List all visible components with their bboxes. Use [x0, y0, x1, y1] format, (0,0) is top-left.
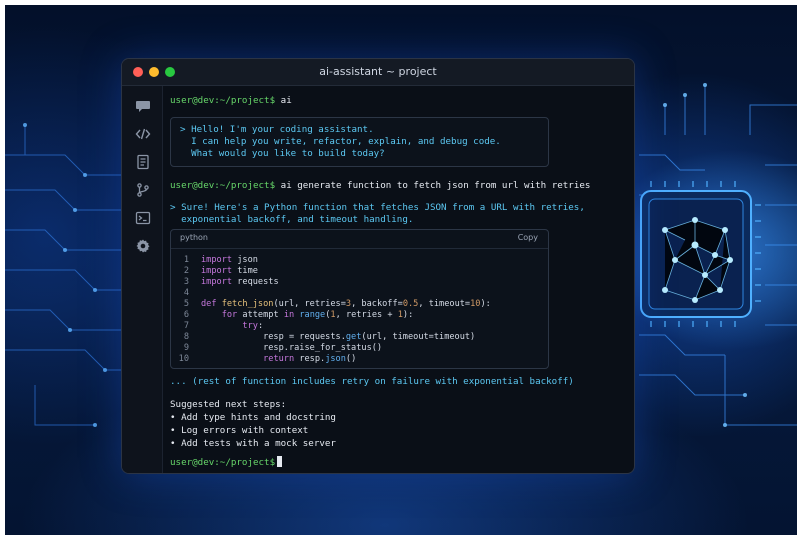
code-line: 10 return resp.json() [171, 354, 357, 365]
code-token: try [242, 321, 258, 331]
line-number: 7 [183, 321, 189, 331]
line-number: 5 [183, 299, 189, 309]
code-token: resp = requests. [201, 332, 346, 342]
prompt-line-3[interactable]: user@dev:~/project$ [170, 456, 283, 469]
line-number: 4 [183, 288, 189, 298]
suggestion-item: • Log errors with context [170, 425, 309, 436]
code-token: def [201, 299, 222, 309]
code-token: () [345, 354, 357, 364]
code-token: ): [480, 299, 491, 309]
code-token: (url, timeout=timeout) [361, 332, 476, 342]
window-title: ai-assistant ~ project [319, 65, 437, 78]
code-line: 2 import time [171, 266, 258, 277]
prompt-label: user@dev:~/project$ [170, 95, 276, 106]
assistant-greeting-box: > Hello! I'm your coding assistant. I ca… [170, 117, 549, 167]
suggestion-item: • Add type hints and docstring [170, 412, 336, 423]
code-token: import [201, 266, 233, 276]
code-token: requests [232, 277, 279, 287]
greeting-line: I can help you write, refactor, explain,… [180, 136, 501, 147]
code-token: json [232, 255, 258, 265]
code-token: for [221, 310, 238, 320]
code-token: 10 [470, 299, 481, 309]
window-titlebar[interactable]: ai-assistant ~ project [122, 59, 634, 86]
code-token: attempt [237, 310, 284, 320]
code-token: get [345, 332, 362, 342]
code-token: range [299, 310, 326, 320]
line-number: 3 [183, 277, 189, 287]
code-line: 4 [171, 288, 201, 299]
code-block: python Copy 1 import json 2 import time 3 imp… [170, 229, 549, 369]
code-token: import [201, 255, 233, 265]
code-token: , backoff= [351, 299, 403, 309]
code-line: 6 for attempt in range(1, retries + 1): [171, 310, 413, 321]
command-text: ai [280, 95, 292, 106]
code-token: , retries + [335, 310, 398, 320]
suggestion-item: • Add tests with a mock server [170, 438, 336, 449]
gear-icon[interactable] [135, 238, 151, 254]
git-branch-icon[interactable] [135, 182, 151, 198]
code-token: time [232, 266, 258, 276]
line-number: 6 [183, 310, 189, 320]
code-token: , timeout= [418, 299, 471, 309]
suggestions-title: Suggested next steps: [170, 399, 287, 410]
code-line: 8 resp = requests.get(url, timeout=timeo… [171, 332, 475, 343]
copy-code-button[interactable]: Copy [518, 233, 538, 242]
terminal-icon[interactable] [135, 210, 151, 226]
code-token: return [263, 354, 295, 364]
code-line: 5 def fetch_json(url, retries=3, backoff=… [171, 299, 491, 310]
prompt-line-1: user@dev:~/project$ ai [170, 95, 292, 107]
code-icon[interactable] [135, 126, 151, 142]
terminal-output[interactable]: user@dev:~/project$ ai > Hello! I'm your… [170, 86, 626, 473]
code-token: resp.raise_for_status() [201, 343, 383, 353]
response-line: > Sure! Here's a Python function that fe… [170, 202, 585, 213]
greeting-line: What would you like to build today? [180, 148, 385, 159]
code-block-header: python Copy [171, 230, 548, 249]
code-token: (url, retries= [273, 299, 346, 309]
code-token: ): [402, 310, 414, 320]
line-number: 10 [178, 354, 189, 364]
line-number: 8 [183, 332, 189, 342]
response-line: exponential backoff, and timeout handlin… [170, 214, 414, 225]
code-token: import [201, 277, 233, 287]
code-line: 9 resp.raise_for_status() [171, 343, 382, 354]
prompt-label: user@dev:~/project$ [170, 180, 276, 191]
background-scene: ai-assistant ~ project user@dev:~/projec… [5, 5, 797, 535]
prompt-line-2: user@dev:~/project$ ai generate function… [170, 180, 590, 192]
code-line: 3 import requests [171, 277, 279, 288]
line-number: 1 [183, 255, 189, 265]
code-token: json [325, 354, 346, 364]
file-icon[interactable] [135, 154, 151, 170]
code-line: 1 import json [171, 255, 258, 266]
terminal-window: ai-assistant ~ project user@dev:~/projec… [121, 58, 635, 474]
chat-icon[interactable] [135, 98, 151, 114]
sidebar [122, 86, 163, 473]
code-token: 0.5 [402, 299, 419, 309]
code-token: fetch_json [221, 299, 274, 309]
code-token: in [283, 310, 295, 320]
prompt-label: user@dev:~/project$ [170, 457, 276, 468]
code-language-label: python [180, 233, 208, 242]
rest-of-function-note: ... (rest of function includes retry on … [170, 376, 574, 387]
line-number: 2 [183, 266, 189, 276]
code-token: : [257, 321, 264, 331]
line-number: 9 [183, 343, 189, 353]
greeting-line: > Hello! I'm your coding assistant. [180, 124, 374, 135]
command-text: ai generate function to fetch json from … [280, 180, 591, 191]
code-line: 7 try: [171, 321, 263, 332]
code-token: resp. [294, 354, 326, 364]
text-cursor [277, 456, 283, 467]
